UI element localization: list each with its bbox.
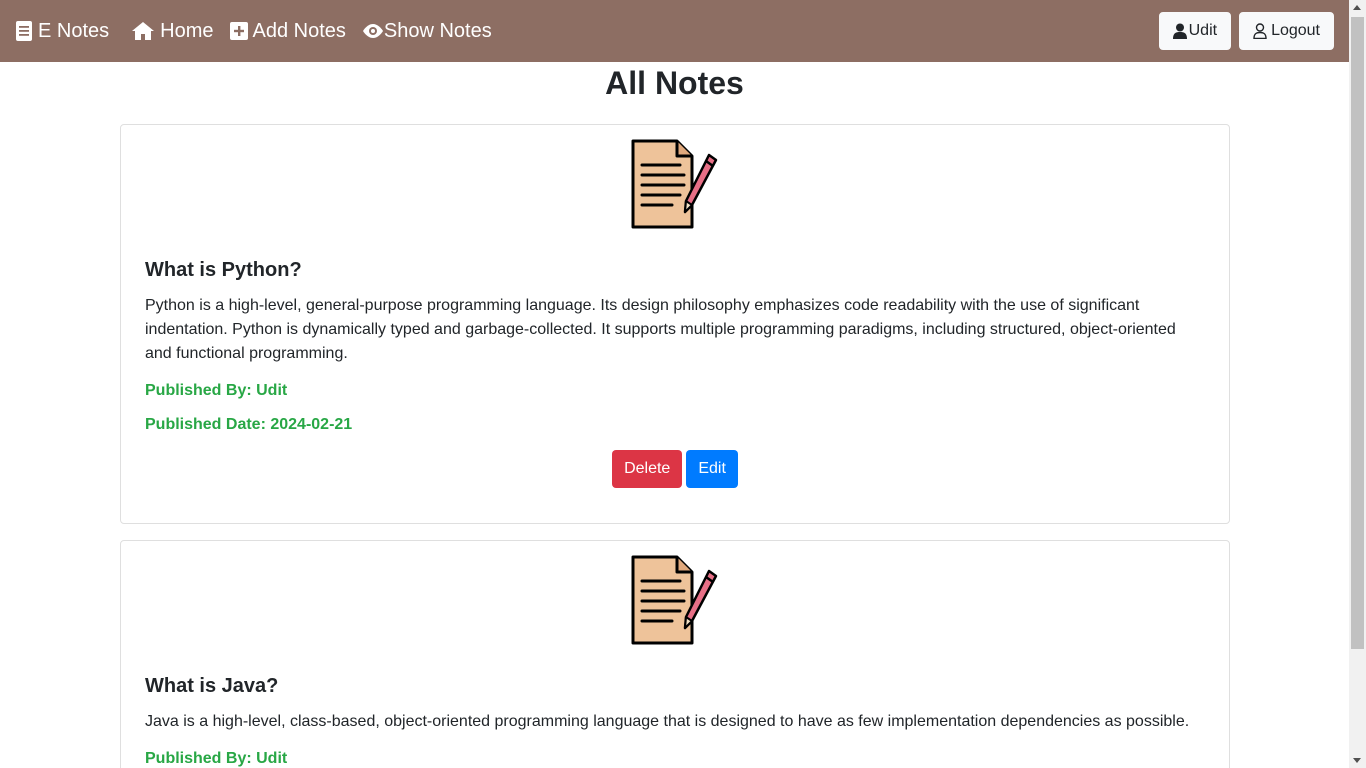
scrollbar[interactable] bbox=[1349, 0, 1366, 768]
note-card: What is Java? Java is a high-level, clas… bbox=[120, 540, 1230, 768]
logout-label: Logout bbox=[1271, 22, 1320, 39]
nav-add-notes[interactable]: Add Notes bbox=[229, 19, 346, 43]
page: E Notes Home Add Notes Show Notes Udit L… bbox=[0, 0, 1366, 768]
plus-square-icon bbox=[229, 22, 248, 40]
page-title: All Notes bbox=[605, 65, 744, 101]
note-content: Python is a high-level, general-purpose … bbox=[145, 297, 1176, 362]
nav-show-notes-label: Show Notes bbox=[383, 19, 492, 42]
note-title: What is Java? bbox=[145, 675, 279, 697]
eye-icon bbox=[362, 23, 384, 39]
book-icon bbox=[15, 20, 33, 42]
note-published-by: Published By: Udit bbox=[145, 382, 288, 399]
nav-home[interactable]: Home bbox=[131, 19, 214, 43]
note-title: What is Python? bbox=[145, 259, 302, 281]
note-document-icon bbox=[631, 555, 718, 645]
navbar: E Notes Home Add Notes Show Notes Udit L… bbox=[0, 0, 1349, 62]
user-button[interactable]: Udit bbox=[1158, 12, 1232, 50]
user-outline-icon bbox=[1253, 23, 1267, 39]
logout-button[interactable]: Logout bbox=[1239, 12, 1334, 50]
note-actions: Delete Edit bbox=[145, 450, 1205, 488]
scrollbar-thumb[interactable] bbox=[1351, 17, 1364, 649]
user-icon bbox=[1172, 23, 1187, 39]
edit-button[interactable]: Edit bbox=[686, 450, 738, 488]
note-published-date: Published Date: 2024-02-21 bbox=[145, 416, 353, 433]
note-card: What is Python? Python is a high-level, … bbox=[120, 124, 1230, 524]
nav-add-notes-label: Add Notes bbox=[252, 19, 346, 42]
delete-button[interactable]: Delete bbox=[612, 450, 683, 488]
note-published-by: Published By: Udit bbox=[145, 750, 288, 767]
scroll-up-arrow-icon[interactable] bbox=[1353, 5, 1361, 10]
scroll-down-arrow-icon[interactable] bbox=[1353, 758, 1361, 763]
brand-label: E Notes bbox=[38, 19, 110, 42]
nav-show-notes[interactable]: Show Notes bbox=[362, 20, 492, 43]
note-content: Java is a high-level, class-based, objec… bbox=[145, 713, 1190, 730]
home-icon bbox=[131, 21, 155, 41]
nav-right: Udit Logout bbox=[1158, 12, 1334, 50]
brand-link[interactable]: E Notes bbox=[15, 20, 109, 43]
note-document-icon bbox=[631, 139, 718, 229]
user-label: Udit bbox=[1188, 22, 1218, 39]
nav-home-label: Home bbox=[160, 19, 214, 42]
